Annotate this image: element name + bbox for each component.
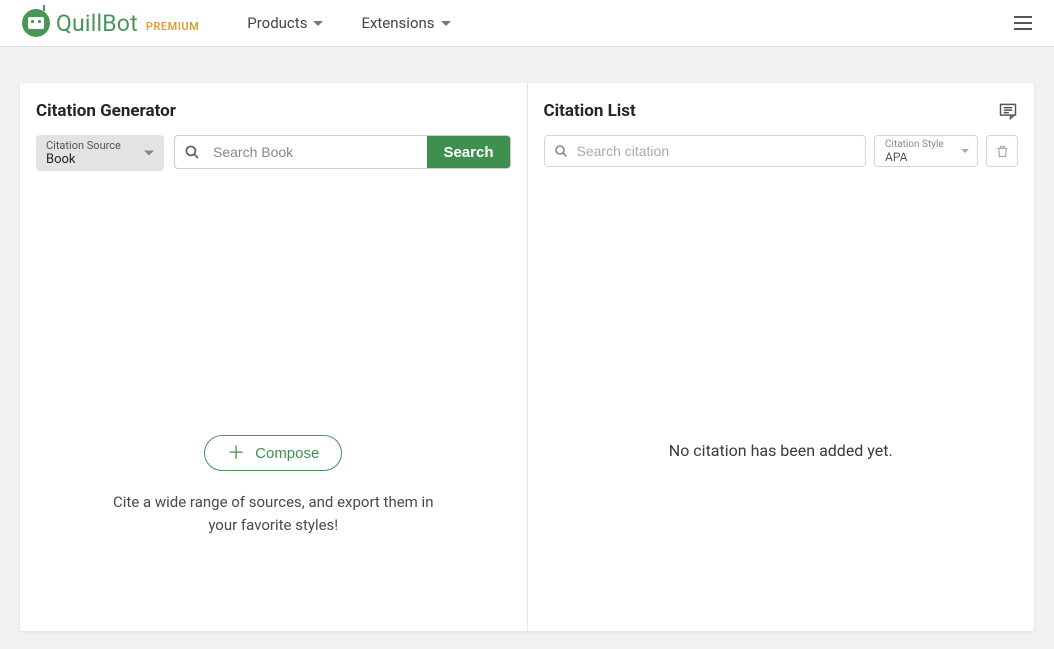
search-icon bbox=[175, 136, 209, 168]
nav-extensions-label: Extensions bbox=[361, 14, 434, 32]
top-bar: QuillBot PREMIUM Products Extensions bbox=[0, 0, 1054, 47]
citation-search-input[interactable] bbox=[577, 143, 866, 159]
search-button[interactable]: Search bbox=[427, 136, 509, 168]
nav-extensions[interactable]: Extensions bbox=[361, 14, 450, 32]
citation-list-panel: Citation List bbox=[528, 83, 1035, 631]
citation-source-value: Book bbox=[46, 152, 154, 167]
citation-style-label: Citation Style bbox=[885, 139, 967, 150]
empty-state-message: No citation has been added yet. bbox=[528, 441, 1035, 460]
main-nav: Products Extensions bbox=[247, 14, 450, 32]
list-title: Citation List bbox=[544, 101, 636, 121]
compose-label: Compose bbox=[255, 445, 319, 462]
logo-icon bbox=[22, 9, 50, 37]
citation-source-select[interactable]: Citation Source Book bbox=[36, 135, 164, 171]
compose-button[interactable]: ＋ Compose bbox=[204, 435, 342, 471]
citation-source-label: Citation Source bbox=[46, 139, 154, 152]
trash-icon bbox=[995, 144, 1010, 159]
premium-badge: PREMIUM bbox=[146, 20, 199, 33]
chevron-down-icon bbox=[441, 21, 451, 26]
citation-generator-panel: Citation Generator Citation Source Book … bbox=[20, 83, 528, 631]
chevron-down-icon bbox=[313, 21, 323, 26]
citation-style-value: APA bbox=[885, 150, 967, 164]
brand-name: QuillBot bbox=[56, 10, 138, 37]
feedback-icon[interactable] bbox=[998, 101, 1018, 121]
chevron-down-icon bbox=[144, 151, 154, 156]
compose-description: Cite a wide range of sources, and export… bbox=[103, 491, 443, 538]
search-icon bbox=[545, 143, 577, 159]
generator-controls: Citation Source Book Search bbox=[36, 135, 511, 171]
delete-button[interactable] bbox=[986, 135, 1018, 167]
book-search-wrap: Search bbox=[174, 135, 511, 169]
book-search-input[interactable] bbox=[209, 136, 427, 168]
nav-products-label: Products bbox=[247, 14, 307, 32]
plus-icon: ＋ bbox=[227, 444, 245, 462]
compose-area: ＋ Compose Cite a wide range of sources, … bbox=[20, 435, 527, 538]
list-controls: Citation Style APA bbox=[544, 135, 1019, 167]
main-card: Citation Generator Citation Source Book … bbox=[20, 83, 1034, 631]
hamburger-menu-icon[interactable] bbox=[1014, 16, 1032, 30]
logo[interactable]: QuillBot PREMIUM bbox=[22, 9, 199, 37]
citation-style-select[interactable]: Citation Style APA bbox=[874, 135, 978, 167]
citation-search-wrap bbox=[544, 135, 867, 167]
generator-title: Citation Generator bbox=[36, 101, 511, 121]
chevron-down-icon bbox=[961, 149, 969, 153]
nav-products[interactable]: Products bbox=[247, 14, 323, 32]
